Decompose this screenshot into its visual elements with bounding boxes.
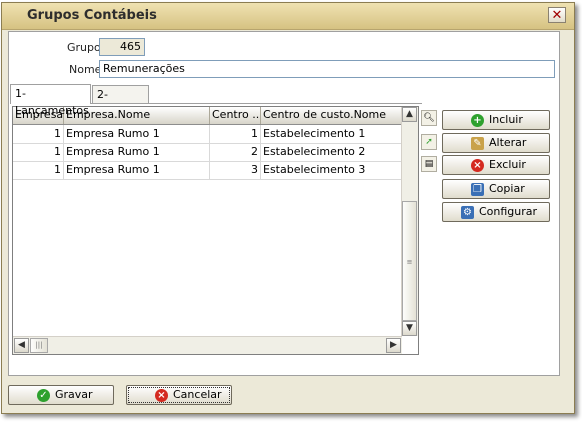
print-icon[interactable]: ▤ — [421, 156, 437, 172]
copiar-button[interactable]: ❐ Copiar — [442, 179, 550, 199]
edit-icon: ✎ — [471, 137, 484, 150]
incluir-label: Incluir — [489, 113, 523, 126]
excluir-label: Excluir — [489, 158, 526, 171]
cell-centro: 1 — [210, 125, 261, 143]
lancamentos-grid: Empresa Empresa.Nome Centro ... Centro d… — [12, 106, 419, 355]
cell-empresa: 1 — [13, 143, 64, 161]
cell-empresa-nome: Empresa Rumo 1 — [64, 161, 210, 179]
excluir-button[interactable]: × Excluir — [442, 155, 550, 175]
horizontal-scroll-thumb[interactable]: ||| — [30, 338, 48, 353]
vertical-scrollbar[interactable]: ▲ ≡ ▼ — [401, 107, 418, 336]
close-button[interactable]: ✕ — [548, 7, 566, 23]
table-row[interactable]: 1 Empresa Rumo 1 1 Estabelecimento 1 — [13, 125, 402, 144]
export-icon[interactable]: ➚ — [421, 134, 437, 150]
delete-icon: × — [471, 159, 484, 172]
gravar-label: Gravar — [55, 388, 93, 401]
cancelar-label: Cancelar — [173, 388, 222, 401]
configurar-button[interactable]: ⚙ Configurar — [442, 202, 550, 222]
cell-centro-nome: Estabelecimento 1 — [261, 125, 402, 143]
incluir-button[interactable]: + Incluir — [442, 110, 550, 130]
cell-empresa-nome: Empresa Rumo 1 — [64, 143, 210, 161]
nome-field[interactable]: Remunerações — [99, 60, 555, 78]
horizontal-scrollbar[interactable]: ◀ ||| ▶ — [13, 336, 402, 354]
alterar-label: Alterar — [489, 136, 527, 149]
close-icon: ✕ — [551, 8, 563, 23]
cell-empresa: 1 — [13, 125, 64, 143]
grupo-label: Grupo — [67, 41, 101, 54]
configure-icon: ⚙ — [461, 206, 474, 219]
cell-centro: 3 — [210, 161, 261, 179]
copiar-label: Copiar — [489, 182, 525, 195]
cell-empresa-nome: Empresa Rumo 1 — [64, 125, 210, 143]
add-icon: + — [471, 114, 484, 127]
scroll-down-icon[interactable]: ▼ — [402, 321, 417, 336]
nome-label: Nome — [69, 63, 102, 76]
dialog-window: Grupos Contábeis ✕ Grupo 465 Nome Remune… — [1, 2, 575, 414]
copy-icon: ❐ — [471, 183, 484, 196]
vertical-scroll-thumb[interactable]: ≡ — [402, 201, 417, 321]
alterar-button[interactable]: ✎ Alterar — [442, 133, 550, 153]
tab-eventos[interactable]: 2-Eventos — [92, 85, 149, 118]
cell-centro: 2 — [210, 143, 261, 161]
tab-lancamentos[interactable]: 1-Lançamentos — [10, 84, 91, 117]
title-bar: Grupos Contábeis ✕ — [2, 3, 574, 30]
scroll-up-icon[interactable]: ▲ — [402, 107, 417, 122]
check-icon: ✓ — [37, 389, 50, 402]
cell-centro-nome: Estabelecimento 2 — [261, 143, 402, 161]
column-header-centro-nome[interactable]: Centro de custo.Nome — [261, 107, 402, 124]
gravar-button[interactable]: ✓ Gravar — [8, 385, 114, 405]
grupo-field: 465 — [99, 38, 145, 56]
search-icon[interactable]: 🔍︎ — [421, 110, 437, 126]
cell-centro-nome: Estabelecimento 3 — [261, 161, 402, 179]
scroll-left-icon[interactable]: ◀ — [14, 338, 29, 353]
cell-empresa: 1 — [13, 161, 64, 179]
table-row[interactable]: 1 Empresa Rumo 1 2 Estabelecimento 2 — [13, 143, 402, 162]
configurar-label: Configurar — [479, 205, 538, 218]
cancel-icon: × — [155, 389, 168, 402]
window-title: Grupos Contábeis — [27, 8, 157, 23]
cancelar-button[interactable]: × Cancelar — [126, 385, 232, 405]
table-row[interactable]: 1 Empresa Rumo 1 3 Estabelecimento 3 — [13, 161, 402, 180]
column-header-centro[interactable]: Centro ... — [210, 107, 261, 124]
scroll-right-icon[interactable]: ▶ — [386, 338, 401, 353]
